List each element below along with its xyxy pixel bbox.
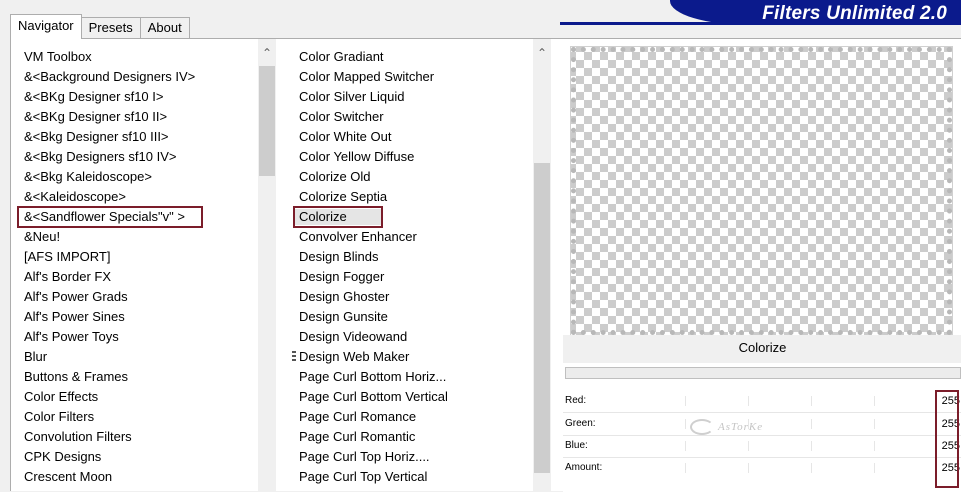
list-item[interactable]: &<BKg Designer sf10 II>	[24, 107, 167, 127]
watermark-swirl-icon	[690, 419, 714, 435]
list-item[interactable]: &<Background Designers IV>	[24, 67, 195, 87]
list-item[interactable]: Convolver Enhancer	[299, 227, 417, 247]
list-item[interactable]: Colorize	[299, 207, 347, 227]
list-item[interactable]: Color Switcher	[299, 107, 384, 127]
parameter-list: Red: 255 Green: 255 Blue: 255 Amount: 25…	[563, 391, 961, 492]
list-item[interactable]: Page Curl Romance	[299, 407, 416, 427]
tab-strip: Navigator Presets About	[10, 14, 190, 39]
list-item[interactable]: Buttons & Frames	[24, 367, 128, 387]
list-item[interactable]: &Neu!	[24, 227, 60, 247]
list-item[interactable]: &<Bkg Designers sf10 IV>	[24, 147, 176, 167]
list-item[interactable]: Alf's Border FX	[24, 267, 111, 287]
category-scrollbar[interactable]: ⌃	[258, 39, 276, 492]
list-item[interactable]: Colorize Old	[299, 167, 371, 187]
list-item[interactable]: CPK Designs	[24, 447, 101, 467]
filter-scrollbar[interactable]: ⌃	[533, 39, 551, 492]
param-row-amount[interactable]: Amount: 255	[563, 458, 961, 480]
filter-list[interactable]: Color Gradiant Color Mapped Switcher Color…	[287, 39, 560, 492]
chevron-up-icon[interactable]: ⌃	[533, 44, 551, 62]
list-item[interactable]: &<Bkg Kaleidoscope>	[24, 167, 152, 187]
list-item[interactable]: Design Web Maker	[299, 347, 409, 367]
tab-navigator[interactable]: Navigator	[10, 14, 82, 39]
tab-presets[interactable]: Presets	[80, 17, 141, 39]
list-item[interactable]: Blur	[24, 347, 47, 367]
list-item[interactable]: Design Blinds	[299, 247, 379, 267]
list-item[interactable]: Design Ghoster	[299, 287, 389, 307]
list-item[interactable]: VM Toolbox	[24, 47, 92, 67]
list-item[interactable]: Design Videowand	[299, 327, 407, 347]
list-item[interactable]: Page Curl Top Vertical	[299, 467, 427, 487]
list-item[interactable]: Color Mapped Switcher	[299, 67, 434, 87]
list-item[interactable]: Page Curl Bottom Horiz...	[299, 367, 446, 387]
category-scroll-thumb[interactable]	[259, 66, 275, 176]
list-item[interactable]: Color Effects	[24, 387, 98, 407]
list-item[interactable]: Color Gradiant	[299, 47, 384, 67]
list-item[interactable]: Page Curl Romantic	[299, 427, 415, 447]
preview-image	[570, 46, 953, 336]
param-slider[interactable]	[623, 441, 923, 451]
param-slider[interactable]	[623, 463, 923, 473]
selected-filter-name: Colorize	[563, 335, 961, 363]
list-item[interactable]: Alf's Power Grads	[24, 287, 128, 307]
list-item[interactable]: Page Curl Bottom Vertical	[299, 387, 448, 407]
list-item[interactable]: Convolution Filters	[24, 427, 132, 447]
param-slider[interactable]	[623, 396, 923, 406]
list-item[interactable]: Color Yellow Diffuse	[299, 147, 414, 167]
list-item[interactable]: Design Gunsite	[299, 307, 388, 327]
list-item[interactable]: Alf's Power Toys	[24, 327, 119, 347]
navigator-panel: VM Toolbox &<Background Designers IV> &<BK…	[10, 38, 961, 492]
list-item[interactable]: Alf's Power Sines	[24, 307, 125, 327]
param-row-red[interactable]: Red: 255	[563, 391, 961, 413]
list-item[interactable]: Design Fogger	[299, 267, 384, 287]
param-label: Blue:	[565, 440, 588, 451]
list-item[interactable]: Color White Out	[299, 127, 391, 147]
watermark: AsTorKe	[718, 421, 764, 433]
param-label: Green:	[565, 418, 596, 429]
chevron-up-icon[interactable]: ⌃	[258, 44, 276, 62]
category-list[interactable]: VM Toolbox &<Background Designers IV> &<BK…	[11, 39, 287, 492]
list-item[interactable]: Color Silver Liquid	[299, 87, 405, 107]
list-item[interactable]: &<Sandflower Specials"v" >	[24, 207, 185, 227]
list-item[interactable]: &<Kaleidoscope>	[24, 187, 126, 207]
param-row-blue[interactable]: Blue: 255	[563, 436, 961, 458]
list-item[interactable]: &<Bkg Designer sf10 III>	[24, 127, 169, 147]
values-highlight-box	[935, 390, 959, 488]
brand-banner: Filters Unlimited 2.0	[670, 0, 961, 25]
list-item[interactable]: &<BKg Designer sf10 I>	[24, 87, 163, 107]
list-item[interactable]: Page Curl Top Horiz....	[299, 447, 430, 467]
param-slider[interactable]	[623, 419, 923, 429]
drag-handle-icon[interactable]	[292, 351, 296, 362]
param-label: Red:	[565, 395, 587, 406]
param-label: Amount:	[565, 462, 603, 473]
progress-bar	[565, 367, 961, 379]
list-item[interactable]: Color Filters	[24, 407, 94, 427]
list-item[interactable]: Colorize Septia	[299, 187, 387, 207]
list-item[interactable]: [AFS IMPORT]	[24, 247, 110, 267]
tab-about[interactable]: About	[139, 17, 190, 39]
list-item[interactable]: Crescent Moon	[24, 467, 112, 487]
filter-scroll-thumb[interactable]	[534, 163, 550, 473]
